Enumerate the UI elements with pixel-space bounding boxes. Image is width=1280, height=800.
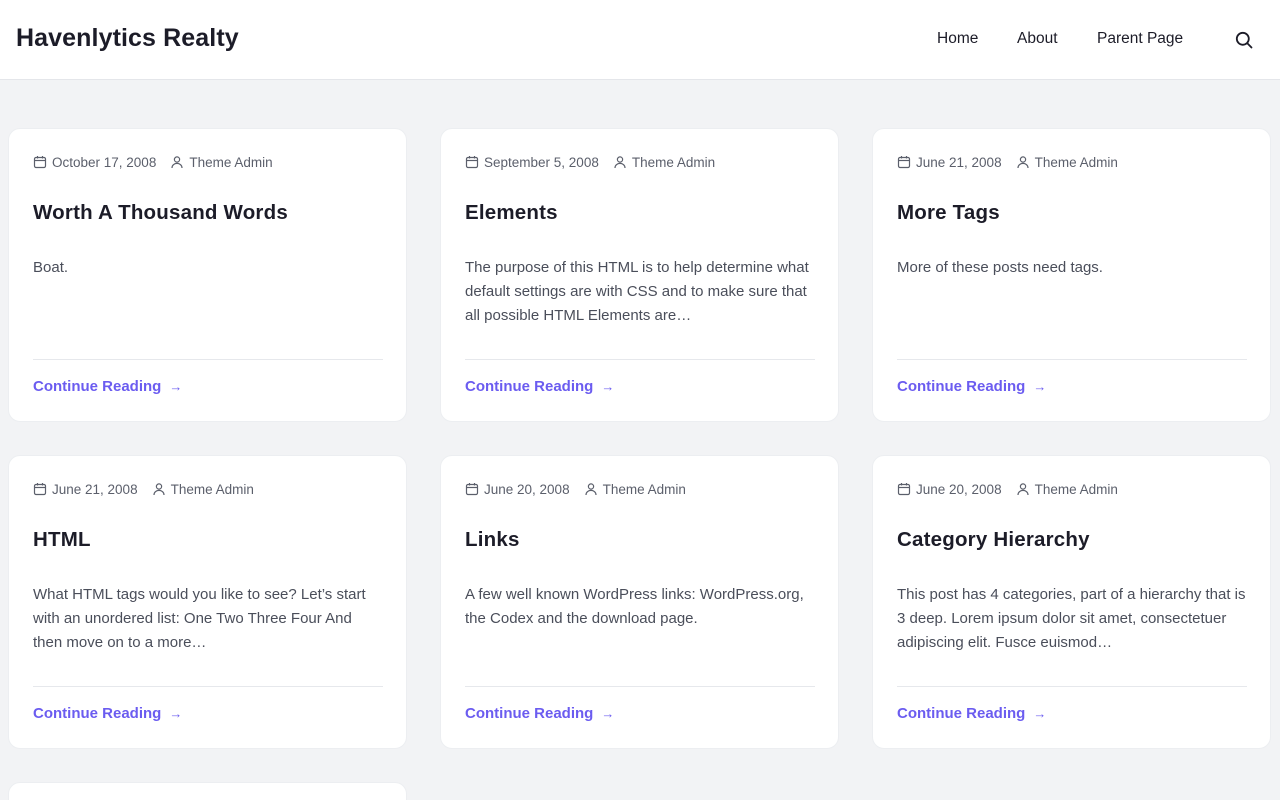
continue-reading-link[interactable]: Continue Reading → bbox=[465, 378, 614, 395]
post-author[interactable]: Theme Admin bbox=[189, 155, 272, 170]
divider bbox=[897, 359, 1247, 360]
post-meta: June 20, 2008 Theme Admin bbox=[465, 480, 686, 498]
user-icon bbox=[152, 482, 166, 496]
continue-reading-label: Continue Reading bbox=[33, 378, 162, 395]
divider bbox=[465, 359, 815, 360]
search-button[interactable] bbox=[1232, 28, 1256, 52]
post-title[interactable]: Elements bbox=[465, 201, 815, 225]
user-icon bbox=[1016, 155, 1030, 169]
site-title[interactable]: Havenlytics Realty bbox=[16, 24, 239, 53]
post-meta: June 21, 2008 Theme Admin bbox=[33, 480, 254, 498]
post-meta: September 5, 2008 Theme Admin bbox=[465, 153, 715, 171]
post-title[interactable]: HTML bbox=[33, 528, 383, 552]
post-date[interactable]: June 21, 2008 bbox=[916, 155, 1002, 170]
user-icon bbox=[1016, 482, 1030, 496]
post-title[interactable]: More Tags bbox=[897, 201, 1247, 225]
post-card: June 20, 2008 Theme Admin Category Hiera… bbox=[872, 455, 1271, 749]
arrow-right-icon: → bbox=[601, 706, 615, 721]
post-card: June 20, 2008 Theme Admin Links A few we… bbox=[440, 455, 839, 749]
divider bbox=[897, 686, 1247, 687]
post-excerpt: A few well known WordPress links: WordPr… bbox=[465, 586, 804, 627]
calendar-icon bbox=[33, 482, 47, 496]
divider bbox=[33, 686, 383, 687]
calendar-icon bbox=[897, 155, 911, 169]
post-excerpt: This post has 4 categories, part of a hi… bbox=[897, 586, 1246, 651]
post-date[interactable]: June 21, 2008 bbox=[52, 482, 138, 497]
arrow-right-icon: → bbox=[601, 379, 615, 394]
post-excerpt: More of these posts need tags. bbox=[897, 259, 1103, 276]
post-meta: October 17, 2008 Theme Admin bbox=[33, 153, 273, 171]
user-icon bbox=[170, 155, 184, 169]
post-date[interactable]: September 5, 2008 bbox=[484, 155, 599, 170]
post-card: June 21, 2008 Theme Admin HTML What HTML… bbox=[8, 455, 407, 749]
continue-reading-label: Continue Reading bbox=[897, 705, 1026, 722]
arrow-right-icon: → bbox=[1033, 379, 1047, 394]
user-icon bbox=[613, 155, 627, 169]
post-date[interactable]: June 20, 2008 bbox=[916, 482, 1002, 497]
calendar-icon bbox=[465, 482, 479, 496]
post-author[interactable]: Theme Admin bbox=[1035, 155, 1118, 170]
continue-reading-label: Continue Reading bbox=[465, 705, 594, 722]
post-excerpt: Boat. bbox=[33, 259, 69, 276]
post-author[interactable]: Theme Admin bbox=[632, 155, 715, 170]
arrow-right-icon: → bbox=[1033, 706, 1047, 721]
post-card: September 5, 2008 Theme Admin Elements T… bbox=[440, 128, 839, 422]
post-date[interactable]: October 17, 2008 bbox=[52, 155, 156, 170]
continue-reading-link[interactable]: Continue Reading → bbox=[33, 705, 182, 722]
arrow-right-icon: → bbox=[169, 706, 183, 721]
calendar-icon bbox=[465, 155, 479, 169]
nav-item-parent-page[interactable]: Parent Page bbox=[1097, 30, 1183, 48]
nav-item-about[interactable]: About bbox=[1017, 30, 1058, 48]
post-author[interactable]: Theme Admin bbox=[1035, 482, 1118, 497]
post-card bbox=[8, 782, 407, 800]
arrow-right-icon: → bbox=[169, 379, 183, 394]
post-author[interactable]: Theme Admin bbox=[603, 482, 686, 497]
continue-reading-link[interactable]: Continue Reading → bbox=[897, 705, 1046, 722]
post-author[interactable]: Theme Admin bbox=[171, 482, 254, 497]
continue-reading-link[interactable]: Continue Reading → bbox=[465, 705, 614, 722]
post-card: October 17, 2008 Theme Admin Worth A Tho… bbox=[8, 128, 407, 422]
calendar-icon bbox=[33, 155, 47, 169]
post-title[interactable]: Worth A Thousand Words bbox=[33, 201, 383, 225]
post-date[interactable]: June 20, 2008 bbox=[484, 482, 570, 497]
post-excerpt: The purpose of this HTML is to help dete… bbox=[465, 259, 809, 324]
site-header: Havenlytics Realty Home About Parent Pag… bbox=[0, 0, 1280, 80]
continue-reading-link[interactable]: Continue Reading → bbox=[33, 378, 182, 395]
post-meta: June 21, 2008 Theme Admin bbox=[897, 153, 1118, 171]
post-title[interactable]: Category Hierarchy bbox=[897, 528, 1247, 552]
post-card: June 21, 2008 Theme Admin More Tags More… bbox=[872, 128, 1271, 422]
search-icon bbox=[1235, 31, 1253, 49]
divider bbox=[465, 686, 815, 687]
divider bbox=[33, 359, 383, 360]
continue-reading-label: Continue Reading bbox=[897, 378, 1026, 395]
continue-reading-link[interactable]: Continue Reading → bbox=[897, 378, 1046, 395]
calendar-icon bbox=[897, 482, 911, 496]
nav-item-home[interactable]: Home bbox=[937, 30, 978, 48]
user-icon bbox=[584, 482, 598, 496]
post-excerpt: What HTML tags would you like to see? Le… bbox=[33, 586, 366, 651]
post-meta: June 20, 2008 Theme Admin bbox=[897, 480, 1118, 498]
post-title[interactable]: Links bbox=[465, 528, 815, 552]
continue-reading-label: Continue Reading bbox=[33, 705, 162, 722]
continue-reading-label: Continue Reading bbox=[465, 378, 594, 395]
